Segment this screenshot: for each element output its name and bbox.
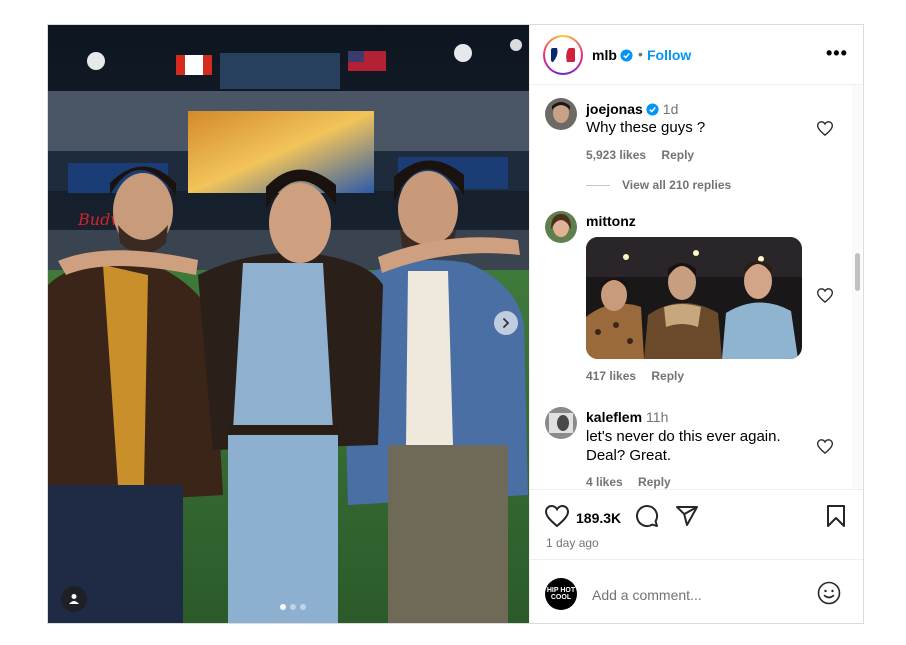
post-actions: 189.3K 1 day ago	[530, 489, 863, 559]
heart-icon[interactable]	[817, 121, 833, 136]
profile-avatar[interactable]	[543, 35, 583, 75]
header-username[interactable]: mlb	[592, 47, 633, 63]
instagram-post: Budweiser	[47, 24, 864, 624]
mlb-logo-icon	[551, 48, 575, 62]
comments-scrollbar[interactable]	[852, 85, 862, 489]
user-icon	[69, 594, 79, 604]
comment-username-text[interactable]: joejonas	[586, 101, 643, 117]
comment-text-line-2: Deal? Great.	[586, 447, 672, 464]
comment-input[interactable]	[590, 580, 804, 610]
comment-avatar-joejonas[interactable]	[545, 98, 577, 130]
add-comment-bar: HIP HOT COOL	[530, 559, 863, 623]
reply-button[interactable]: Reply	[661, 148, 694, 162]
carousel-dot-active	[280, 604, 286, 610]
post-date[interactable]: 1 day ago	[546, 536, 599, 550]
comment-time: 1d	[662, 101, 679, 117]
mlb-logo	[545, 37, 581, 73]
gif-illustration	[586, 237, 802, 359]
replies-divider	[586, 185, 610, 187]
comment-gif-image[interactable]	[586, 237, 802, 359]
comment-username[interactable]: joejonas 1d	[586, 101, 678, 117]
comment-likes[interactable]: 417 likes	[586, 369, 636, 383]
comment-username[interactable]: mittonz	[586, 213, 636, 229]
like-count[interactable]: 189.3K	[576, 510, 621, 526]
carousel-indicator	[280, 604, 306, 610]
comment-meta: 4 likes Reply	[586, 475, 671, 489]
reply-button[interactable]: Reply	[651, 369, 684, 383]
comment-meta: 417 likes Reply	[586, 369, 684, 383]
comment-text-line-1: let's never do this ever again.	[586, 428, 781, 445]
comment-username-text[interactable]: kaleflem	[586, 409, 642, 425]
comment-avatar-kaleflem[interactable]	[545, 407, 577, 439]
tagged-users-button[interactable]	[61, 586, 87, 612]
verified-badge-icon	[646, 103, 659, 116]
comments-list[interactable]: joejonas 1d Why these guys ? 5,923 likes …	[530, 85, 863, 489]
heart-icon[interactable]	[817, 288, 833, 303]
comment-icon[interactable]	[635, 504, 659, 528]
avatar-photo	[545, 98, 577, 130]
carousel-dot	[300, 604, 306, 610]
comment-likes[interactable]: 5,923 likes	[586, 148, 646, 162]
save-icon[interactable]	[826, 504, 846, 528]
heart-icon[interactable]	[817, 439, 833, 454]
comment-text: Why these guys ?	[586, 119, 706, 136]
header-separator: •	[638, 46, 643, 62]
post-side-panel: mlb • Follow ••• joejonas 1d Why these gu…	[529, 25, 863, 623]
scrollbar-thumb[interactable]	[855, 253, 860, 291]
comment-meta: 5,923 likes Reply	[586, 148, 694, 162]
share-icon[interactable]	[675, 504, 699, 528]
view-replies-label[interactable]: View all 210 replies	[622, 178, 731, 192]
follow-button[interactable]: Follow	[647, 47, 691, 63]
more-options-button[interactable]: •••	[826, 43, 848, 64]
post-header: mlb • Follow •••	[530, 25, 863, 85]
chevron-right-icon	[503, 318, 510, 328]
current-user-avatar[interactable]: HIP HOT COOL	[545, 578, 577, 610]
post-photo[interactable]: Budweiser	[48, 25, 529, 623]
avatar-photo	[545, 211, 577, 243]
view-replies-button[interactable]: View all 210 replies	[586, 178, 731, 192]
comment-avatar-mittonz[interactable]	[545, 211, 577, 243]
comment-time: 11h	[646, 409, 669, 425]
reply-button[interactable]: Reply	[638, 475, 671, 489]
carousel-dot	[290, 604, 296, 610]
comment-likes[interactable]: 4 likes	[586, 475, 623, 489]
avatar-photo	[545, 407, 577, 439]
verified-badge-icon	[620, 49, 633, 62]
photo-illustration: Budweiser	[48, 25, 529, 623]
header-username-text[interactable]: mlb	[592, 47, 617, 63]
carousel-next-button[interactable]	[494, 311, 518, 335]
like-icon[interactable]	[545, 505, 569, 527]
emoji-icon[interactable]	[817, 581, 841, 605]
comment-username[interactable]: kaleflem 11h	[586, 409, 668, 425]
